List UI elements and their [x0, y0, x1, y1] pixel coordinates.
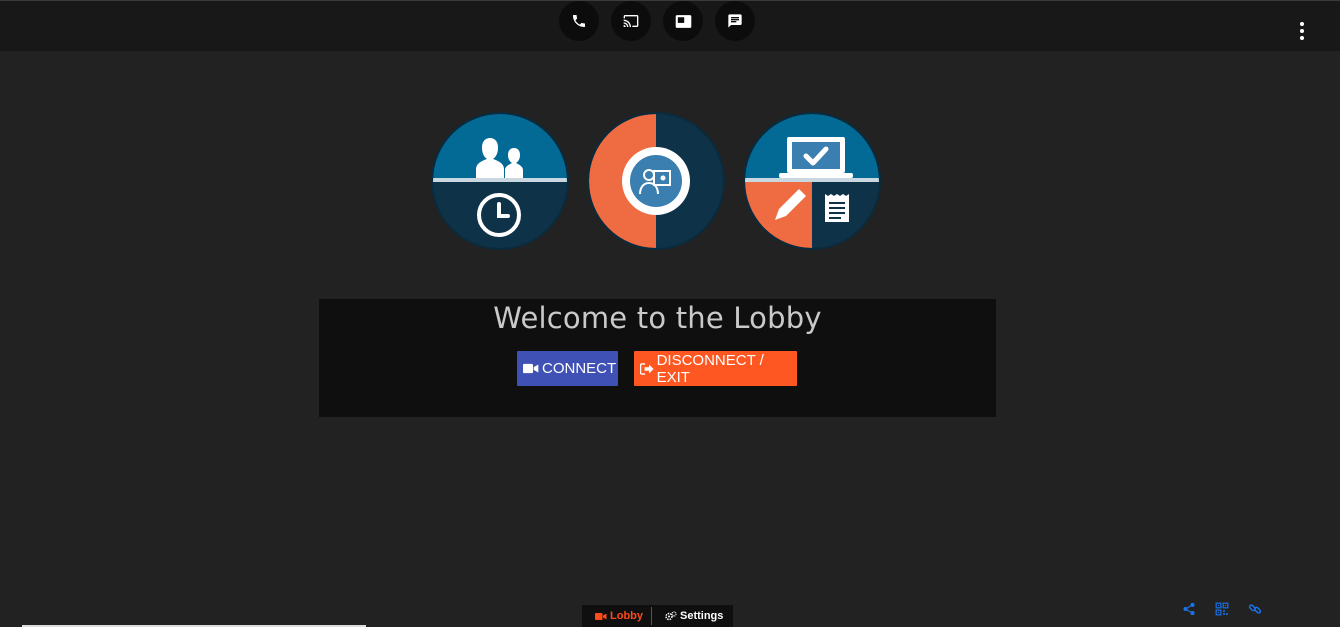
disconnect-button[interactable]: DISCONNECT / EXIT: [634, 351, 797, 386]
top-toolbar: [0, 0, 1340, 51]
group-schedule-icon: [431, 112, 569, 250]
video-camera-icon: [523, 363, 539, 374]
lobby-panel: Welcome to the Lobby CONNECT DISCONNECT …: [319, 299, 996, 417]
tab-lobby-label: Lobby: [610, 610, 643, 622]
connect-label: CONNECT: [542, 360, 617, 377]
sign-out-icon: [640, 362, 654, 375]
more-vert-icon[interactable]: [1290, 19, 1314, 43]
layout-button[interactable]: [663, 1, 703, 41]
tab-lobby[interactable]: Lobby: [595, 610, 643, 622]
link-icon[interactable]: [1248, 602, 1262, 616]
layout-icon: [675, 14, 691, 28]
chat-button[interactable]: [715, 1, 755, 41]
tab-settings[interactable]: Settings: [665, 610, 723, 622]
page-title: Welcome to the Lobby: [493, 301, 822, 335]
laptop-tasks-icon: [743, 112, 881, 250]
call-button[interactable]: [559, 1, 599, 41]
connect-button[interactable]: CONNECT: [517, 351, 618, 386]
share-icon[interactable]: [1182, 602, 1196, 616]
cast-icon: [623, 15, 639, 27]
phone-icon: [573, 15, 585, 27]
qr-code-icon[interactable]: [1215, 602, 1229, 616]
top-border: [0, 0, 1340, 1]
bottom-tab-bar: Lobby Settings: [582, 605, 733, 627]
cast-button[interactable]: [611, 1, 651, 41]
disconnect-label: DISCONNECT / EXIT: [656, 351, 764, 386]
tab-settings-label: Settings: [680, 610, 724, 622]
video-camera-icon: [595, 612, 607, 620]
tab-divider: [651, 607, 652, 625]
presenter-icon: [587, 112, 725, 250]
gears-icon: [665, 611, 677, 621]
chat-icon: [728, 14, 742, 28]
